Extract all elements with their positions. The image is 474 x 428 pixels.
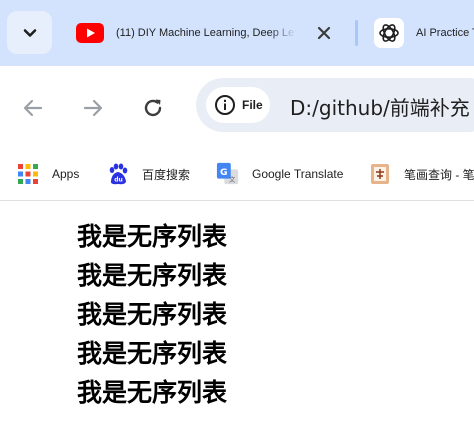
bookmark-apps[interactable]: Apps	[16, 160, 79, 188]
tab-youtube[interactable]: (11) DIY Machine Learning, Deep Le	[66, 11, 346, 54]
tab-ai-practice[interactable]: AI Practice T	[368, 11, 474, 54]
chevron-down-icon	[23, 28, 36, 37]
reload-button[interactable]	[133, 88, 173, 128]
tab-title: (11) DIY Machine Learning, Deep Le	[116, 26, 295, 39]
info-icon	[215, 95, 235, 115]
svg-text:文: 文	[229, 174, 236, 183]
site-info-label: File	[242, 98, 263, 112]
url-text[interactable]: D:/github/前端补充	[290, 92, 470, 121]
bookmark-baidu[interactable]: du 百度搜索	[106, 160, 190, 188]
svg-text:du: du	[114, 177, 123, 184]
close-icon[interactable]	[314, 23, 334, 43]
list-item: 我是无序列表	[77, 261, 228, 290]
bookmark-label: Apps	[52, 167, 80, 181]
browser-toolbar: File D:/github/前端补充	[0, 66, 474, 148]
bookmark-label: Google Translate	[252, 167, 344, 181]
svg-text:G: G	[220, 167, 228, 178]
youtube-icon	[76, 22, 104, 43]
bookmark-bihua[interactable]: 笔画查询 - 笔	[368, 160, 474, 188]
list-item: 我是无序列表	[77, 300, 228, 329]
unordered-list: 我是无序列表 我是无序列表 我是无序列表 我是无序列表 我是无序列表	[77, 222, 228, 428]
tab-search-button[interactable]	[7, 11, 52, 54]
apps-grid-icon	[16, 162, 40, 186]
bookmark-label: 笔画查询 - 笔	[404, 167, 474, 182]
back-button[interactable]	[13, 88, 53, 128]
google-translate-icon: G 文	[216, 162, 240, 186]
site-info-chip[interactable]: File	[206, 87, 270, 123]
list-item: 我是无序列表	[77, 339, 228, 368]
reload-icon	[144, 99, 162, 117]
page-content: 我是无序列表 我是无序列表 我是无序列表 我是无序列表 我是无序列表	[0, 201, 474, 420]
tab-strip: (11) DIY Machine Learning, Deep Le AI Pr…	[0, 0, 474, 66]
bookmarks-bar: Apps du 百度搜索 G 文 Google Translate 笔画查询 -…	[0, 148, 474, 201]
tab-title: AI Practice T	[416, 26, 474, 39]
bihua-icon	[368, 162, 392, 186]
list-item: 我是无序列表	[77, 222, 228, 251]
tab-separator	[355, 20, 358, 46]
address-bar[interactable]: File D:/github/前端补充	[196, 78, 474, 132]
forward-button[interactable]	[73, 88, 113, 128]
list-item: 我是无序列表	[77, 378, 228, 407]
back-arrow-icon	[23, 99, 43, 117]
baidu-paw-icon: du	[106, 162, 130, 186]
bookmark-label: 百度搜索	[142, 167, 191, 182]
bookmark-google-translate[interactable]: G 文 Google Translate	[216, 160, 343, 188]
openai-icon	[374, 17, 404, 48]
forward-arrow-icon	[83, 99, 103, 117]
